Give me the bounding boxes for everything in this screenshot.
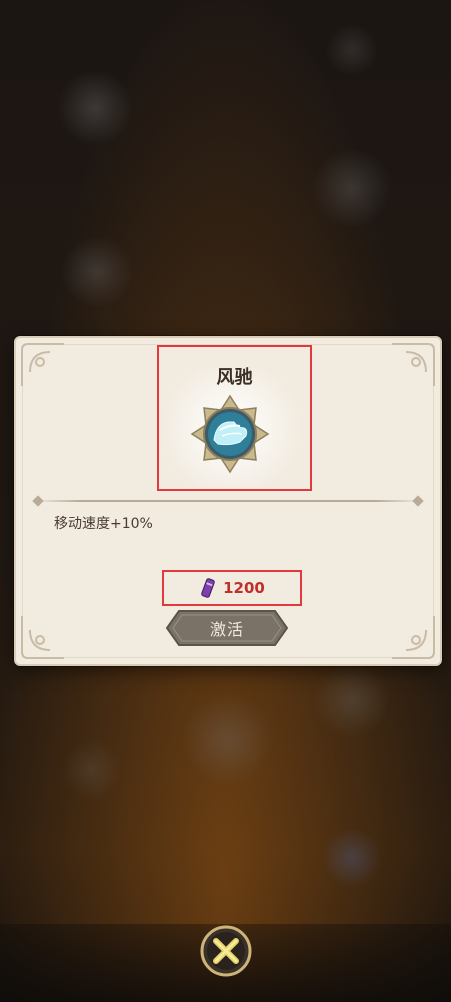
- winged-boot-icon: [190, 394, 270, 474]
- section-divider: [34, 500, 422, 502]
- corner-ornament-icon: [21, 616, 64, 659]
- cost-value: 1200: [223, 579, 265, 597]
- skill-description: 移动速度+10%: [54, 516, 153, 532]
- skill-dialog: 风驰 移动速度+10% 1200 激活: [14, 336, 442, 666]
- cost-highlight: 1200: [162, 570, 302, 606]
- activate-button[interactable]: 激活: [165, 609, 289, 647]
- corner-ornament-icon: [392, 616, 435, 659]
- purple-scroll-icon: [201, 578, 215, 598]
- corner-ornament-icon: [392, 343, 435, 386]
- corner-ornament-icon: [21, 343, 64, 386]
- activate-label: 激活: [209, 620, 244, 639]
- skill-title: 风驰: [216, 367, 253, 388]
- close-button[interactable]: [200, 925, 252, 977]
